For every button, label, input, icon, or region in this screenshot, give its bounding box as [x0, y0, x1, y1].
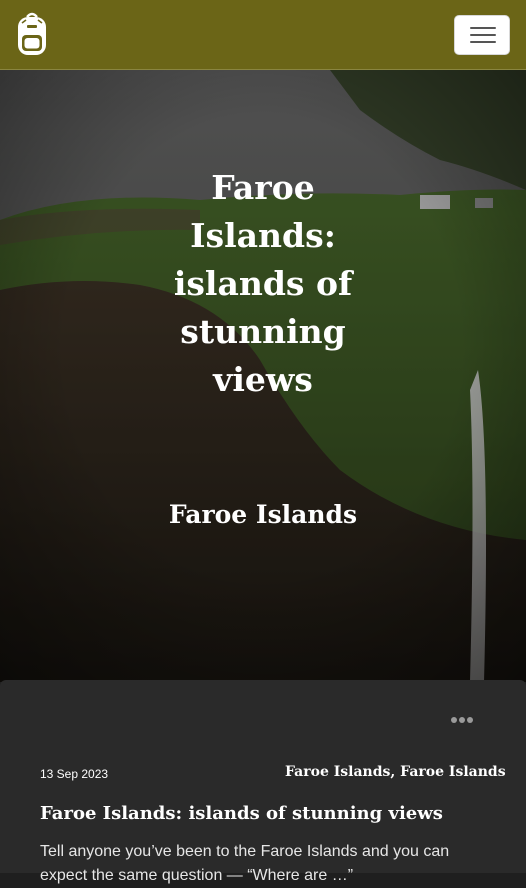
- post-excerpt: Tell anyone you’ve been to the Faroe Isl…: [40, 843, 450, 884]
- hamburger-icon: [470, 27, 496, 29]
- hero-subtitle: Faroe Islands: [168, 500, 358, 529]
- hero-title: Faroe Islands: islands of stunning views: [173, 168, 353, 399]
- menu-toggle-button[interactable]: [454, 15, 510, 55]
- post-date: 13 Sep 2023: [40, 767, 109, 781]
- hero-banner: Faroe Islands: islands of stunning views…: [0, 70, 526, 682]
- backpack-icon[interactable]: [14, 11, 50, 57]
- tag-link[interactable]: Faroe Islands: [400, 764, 505, 780]
- post-title-link[interactable]: Faroe Islands: islands of stunning views: [40, 803, 443, 824]
- navbar: [0, 0, 526, 70]
- post-card: 13 Sep 2023 Faroe Islands, Faroe Islands…: [0, 680, 526, 884]
- tag-link[interactable]: Faroe Islands: [285, 764, 390, 780]
- more-dots-icon[interactable]: [448, 713, 476, 727]
- tag-separator: ,: [390, 764, 401, 780]
- post-tags: Faroe Islands, Faroe Islands: [285, 764, 506, 780]
